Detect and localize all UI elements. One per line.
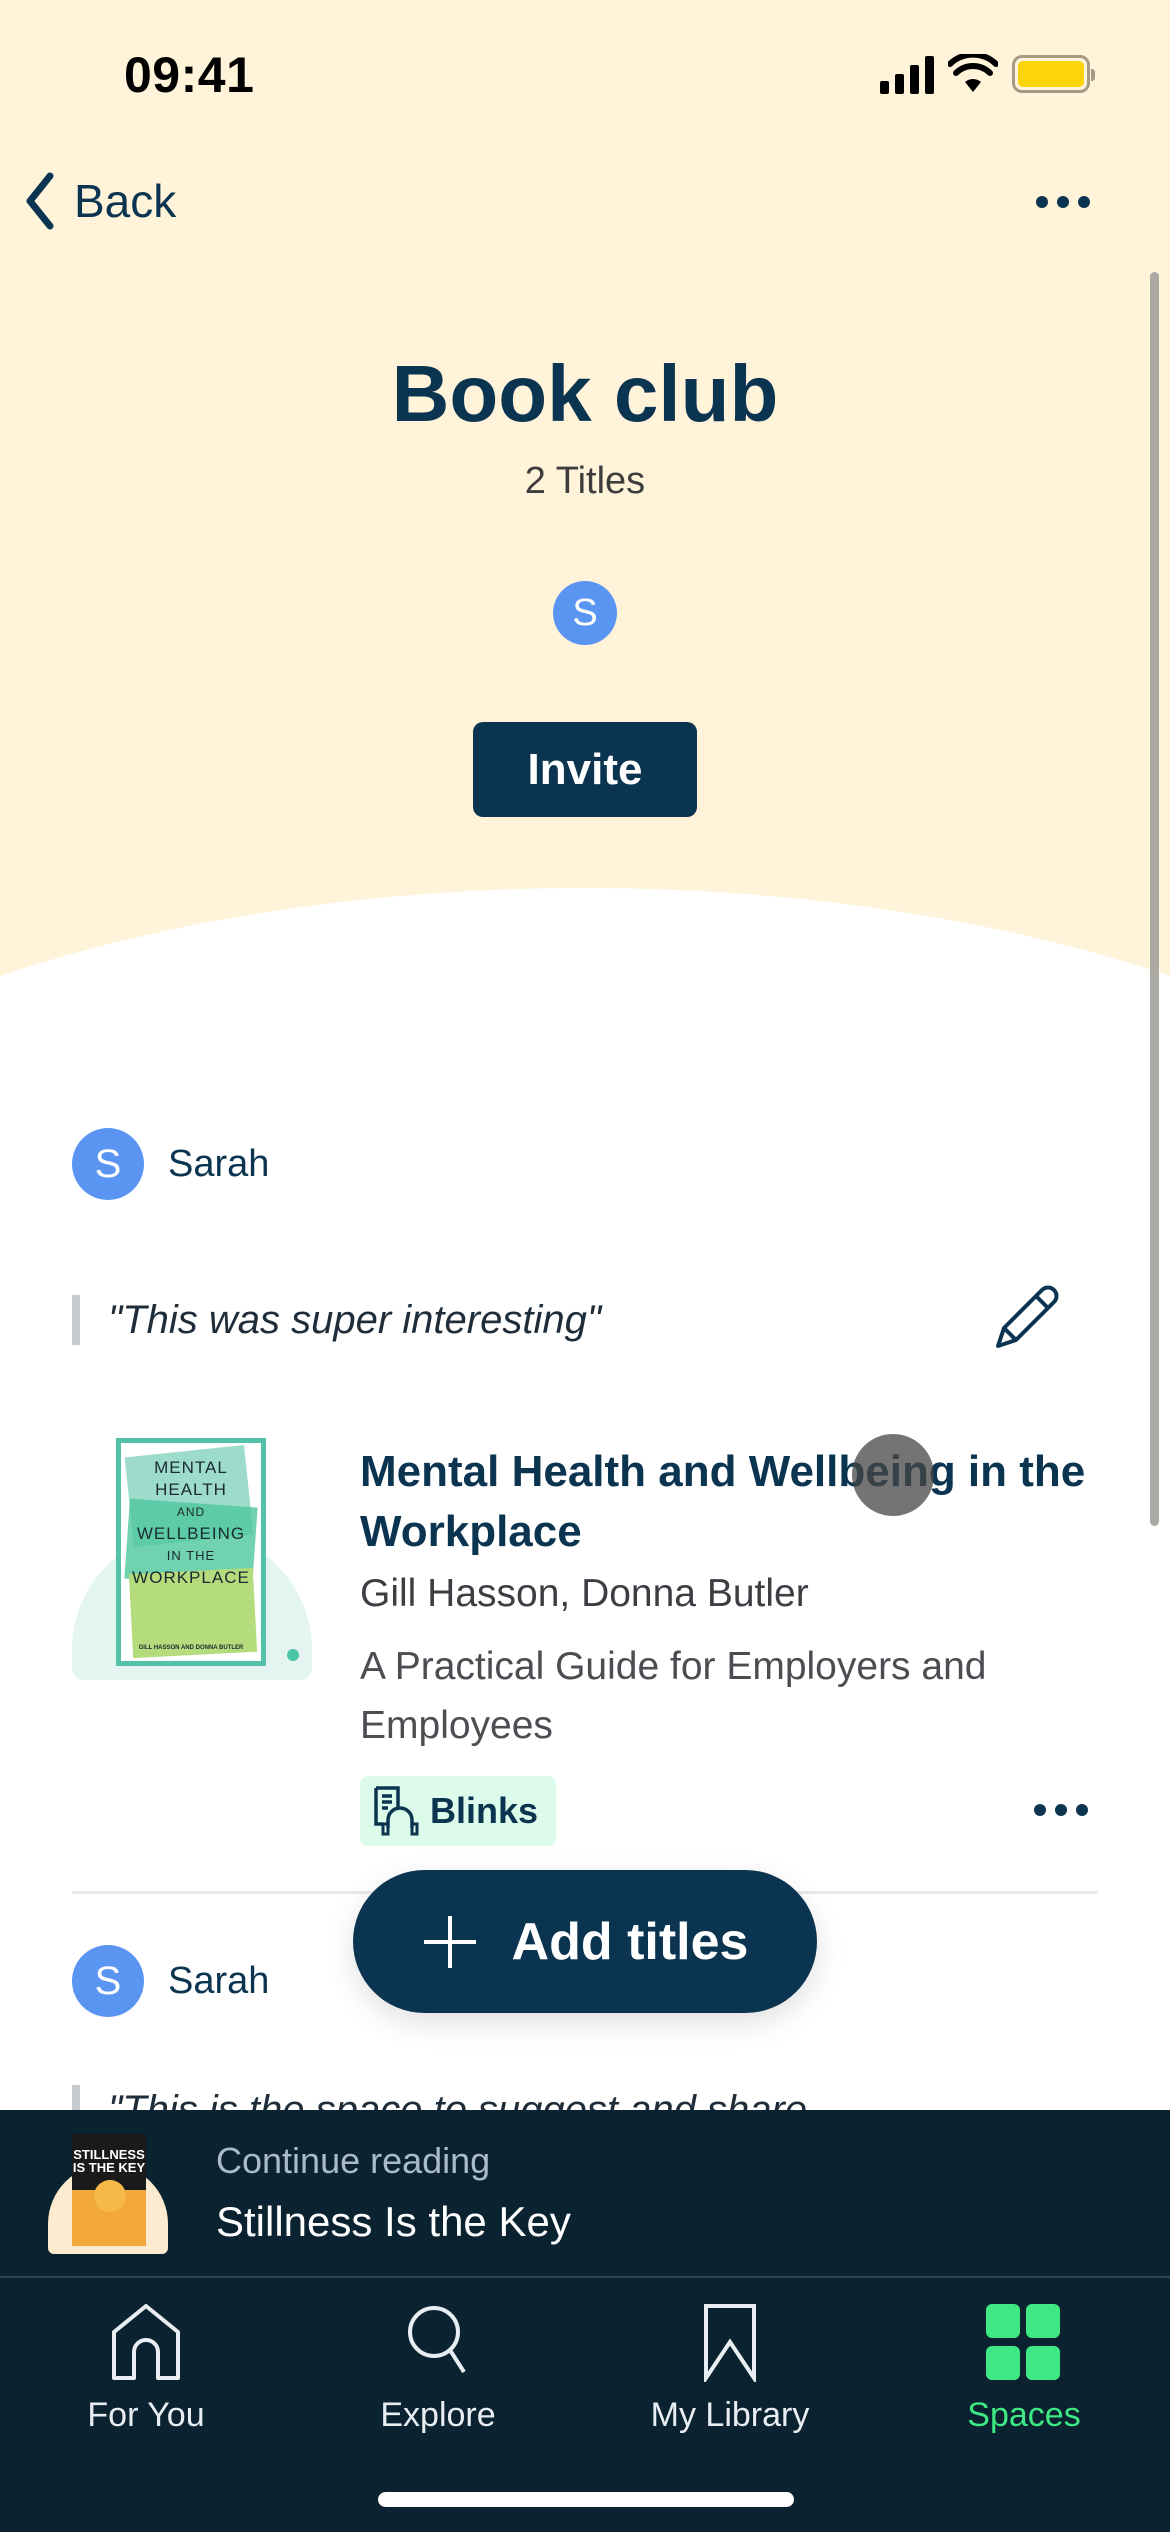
entry-user-row: S Sarah (72, 1945, 269, 2017)
entry-quote: "This was super interesting" (72, 1295, 601, 1345)
tab-spaces[interactable]: Spaces (914, 2302, 1134, 2435)
tab-label: For You (87, 2396, 205, 2434)
book-authors: Gill Hasson, Donna Butler (360, 1572, 809, 1615)
wifi-icon (948, 54, 998, 92)
add-titles-label: Add titles (511, 1912, 749, 1971)
more-icon (1036, 196, 1048, 208)
user-name: Sarah (168, 1142, 270, 1185)
edit-pencil-icon[interactable] (990, 1284, 1060, 1354)
continue-reading-title: Stillness Is the Key (216, 2198, 571, 2245)
add-titles-button[interactable]: Add titles (353, 1870, 817, 2013)
user-avatar: S (72, 1128, 144, 1200)
battery-icon (1012, 55, 1095, 93)
user-name: Sarah (168, 1959, 270, 2002)
cover-authors: GILL HASSON AND DONNA BUTLER (138, 1645, 244, 1651)
user-avatar: S (72, 1945, 144, 2017)
book-cover[interactable]: MENTAL HEALTH AND WELLBEING IN THE WORKP… (72, 1420, 312, 1680)
continue-book-cover: STILLNESS IS THE KEY (48, 2134, 168, 2254)
bookmark-icon (704, 2304, 756, 2382)
tab-my-library[interactable]: My Library (620, 2302, 840, 2435)
chevron-left-icon (26, 172, 54, 230)
app-logo-icon (282, 1644, 304, 1666)
book-more-button[interactable] (1034, 1804, 1088, 1816)
format-badge: Blinks (360, 1776, 557, 1846)
quote-bar (72, 1295, 80, 1345)
entry-user-row: S Sarah (72, 1128, 269, 1200)
more-options-button[interactable] (1036, 196, 1090, 208)
title-count: 2 Titles (524, 460, 646, 502)
page-title: Book club (391, 349, 779, 438)
continue-reading-label: Continue reading (216, 2140, 491, 2181)
cover-title: MENTAL HEALTH AND WELLBEING IN THE WORKP… (132, 1458, 250, 1587)
tab-for-you[interactable]: For You (36, 2302, 256, 2435)
back-label: Back (74, 175, 177, 227)
touch-indicator (852, 1434, 934, 1516)
search-icon (408, 2306, 466, 2374)
plus-icon (423, 1915, 476, 1968)
tab-label: My Library (650, 2396, 810, 2434)
tab-label: Explore (380, 2396, 496, 2434)
status-time: 09:41 (124, 47, 255, 103)
invite-button[interactable]: Invite (473, 722, 697, 817)
member-avatar[interactable]: S (553, 581, 617, 645)
book-title[interactable]: Mental Health and Wellbeing in the Workp… (360, 1442, 1100, 1562)
grid-icon (986, 2304, 1060, 2380)
home-icon (112, 2304, 180, 2380)
tab-label: Spaces (967, 2396, 1081, 2434)
signal-icon (880, 54, 934, 94)
book-subtitle: A Practical Guide for Employers and Empl… (360, 1645, 987, 1747)
home-indicator[interactable] (378, 2492, 794, 2507)
back-button[interactable]: Back (22, 172, 176, 230)
quote-text: "This was super interesting" (108, 1297, 602, 1342)
tab-explore[interactable]: Explore (328, 2302, 548, 2435)
format-label: Blinks (430, 1790, 539, 1831)
more-icon (1034, 1804, 1046, 1816)
status-icons (880, 54, 1095, 94)
blinks-icon (374, 1786, 419, 1836)
continue-reading-bar[interactable]: STILLNESS IS THE KEY Continue reading St… (0, 2110, 1170, 2276)
